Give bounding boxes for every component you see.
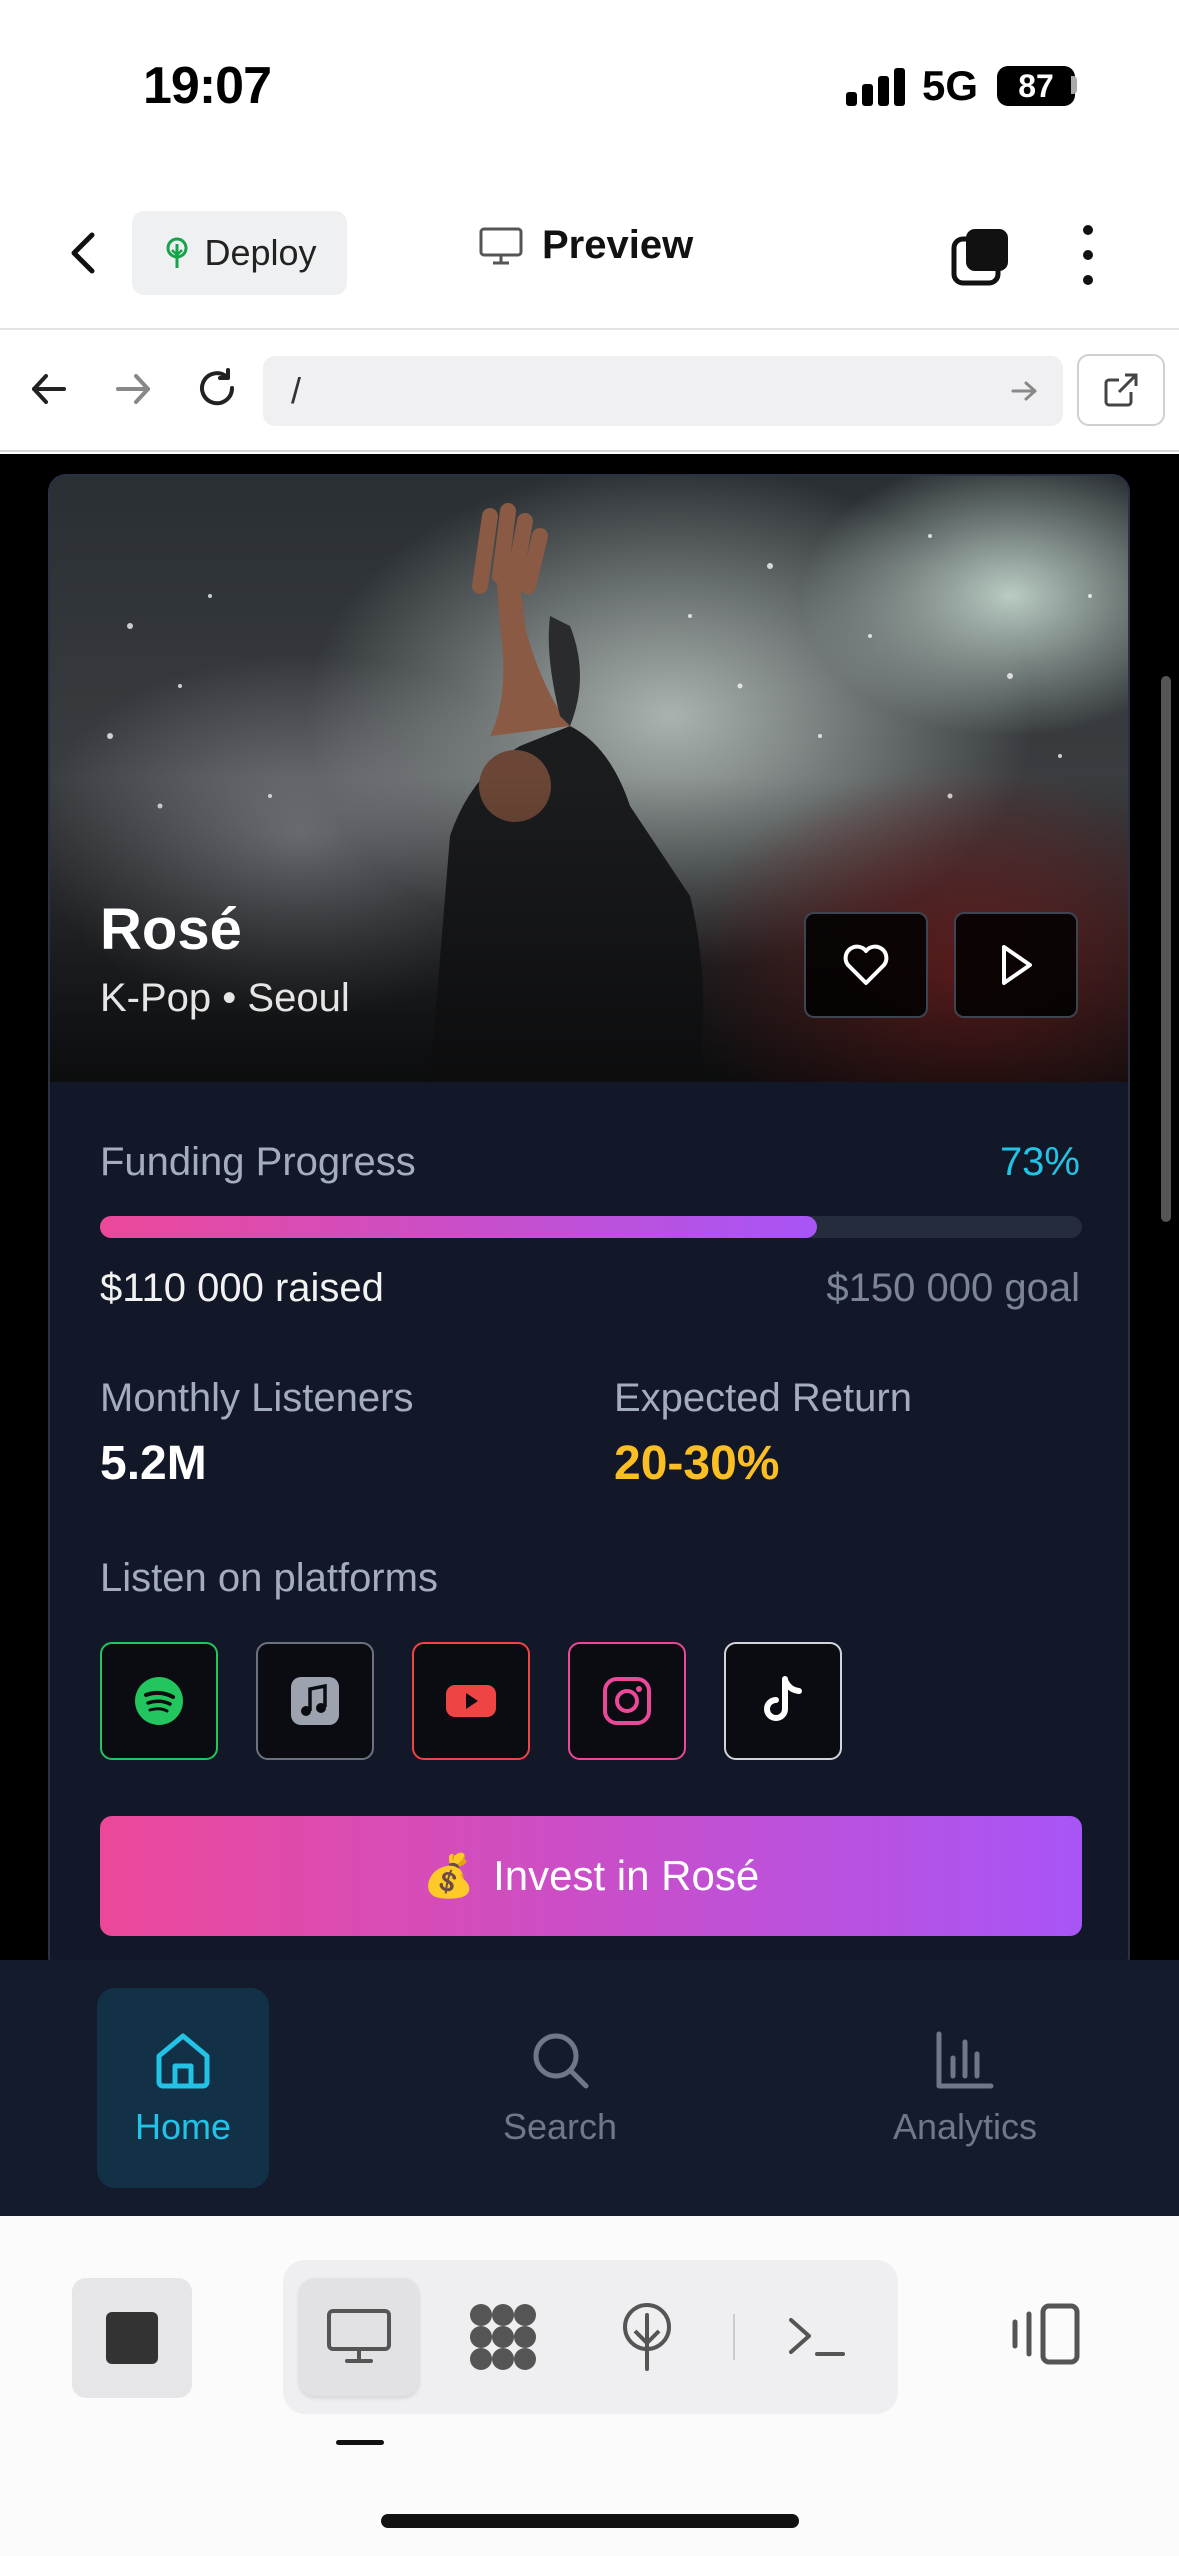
music-note-icon bbox=[291, 1677, 339, 1725]
platforms-label: Listen on platforms bbox=[100, 1556, 438, 1600]
active-tab-indicator bbox=[336, 2440, 384, 2445]
external-link-icon bbox=[1104, 373, 1138, 407]
more-menu-icon[interactable] bbox=[1080, 225, 1096, 285]
favorite-button[interactable] bbox=[804, 912, 928, 1018]
status-time: 19:07 bbox=[143, 57, 272, 115]
preview-tab[interactable]: Preview bbox=[478, 223, 693, 268]
instagram-button[interactable] bbox=[568, 1642, 686, 1760]
web-viewport: Rosé K-Pop • Seoul Funding Progress 73% … bbox=[0, 454, 1179, 1960]
return-value: 20-30% bbox=[614, 1437, 780, 1490]
nav-search[interactable]: Search bbox=[460, 1988, 660, 2188]
status-bar: 19:07 5G 87 bbox=[0, 0, 1179, 175]
terminal-tool-button[interactable] bbox=[757, 2278, 877, 2396]
home-indicator bbox=[381, 2514, 799, 2528]
bar-chart-icon bbox=[936, 2031, 994, 2089]
nav-analytics-label: Analytics bbox=[892, 2106, 1038, 2147]
instagram-icon bbox=[603, 1677, 651, 1725]
nav-analytics[interactable]: Analytics bbox=[870, 1988, 1060, 2188]
monitor-icon bbox=[327, 2309, 391, 2363]
youtube-icon bbox=[446, 1685, 496, 1717]
invest-button[interactable]: 💰 Invest in Rosé bbox=[100, 1816, 1082, 1936]
raised-amount: $110 000 raised bbox=[100, 1266, 384, 1310]
preview-label: Preview bbox=[542, 223, 694, 267]
panel-toggle-button[interactable] bbox=[1005, 2294, 1085, 2374]
stop-icon bbox=[106, 2312, 158, 2364]
go-arrow-icon[interactable] bbox=[1007, 374, 1041, 408]
listeners-label: Monthly Listeners bbox=[100, 1376, 414, 1420]
artist-card: Rosé K-Pop • Seoul Funding Progress 73% … bbox=[48, 474, 1130, 1960]
open-external-button[interactable] bbox=[1077, 354, 1165, 426]
funding-progress-fill bbox=[100, 1216, 817, 1238]
side-panel-icon bbox=[1012, 2303, 1080, 2365]
url-input[interactable]: / bbox=[263, 356, 1063, 426]
tabs-icon[interactable] bbox=[950, 225, 1012, 287]
battery-icon: 87 bbox=[997, 66, 1075, 106]
tree-icon bbox=[166, 237, 188, 268]
deploy-button[interactable]: Deploy bbox=[132, 211, 347, 295]
signal-icon bbox=[846, 66, 906, 106]
tiktok-button[interactable] bbox=[724, 1642, 842, 1760]
nav-home[interactable]: Home bbox=[97, 1988, 269, 2188]
play-icon bbox=[1002, 945, 1032, 985]
return-label: Expected Return bbox=[614, 1376, 912, 1420]
deploy-label: Deploy bbox=[204, 232, 317, 273]
network-type: 5G bbox=[922, 62, 979, 109]
hero-image: Rosé K-Pop • Seoul bbox=[50, 476, 1128, 1082]
invest-label: Invest in Rosé bbox=[493, 1852, 760, 1899]
url-value: / bbox=[291, 370, 302, 411]
reload-icon[interactable] bbox=[192, 364, 242, 414]
money-bag-icon: 💰 bbox=[422, 1851, 476, 1899]
ide-toolbar bbox=[0, 2216, 1179, 2556]
apple-music-button[interactable] bbox=[256, 1642, 374, 1760]
back-chevron-icon[interactable] bbox=[60, 225, 110, 281]
browser-back-icon[interactable] bbox=[24, 364, 74, 414]
spotify-button[interactable] bbox=[100, 1642, 218, 1760]
tool-group bbox=[283, 2260, 898, 2414]
tool-separator bbox=[733, 2314, 735, 2360]
listeners-value: 5.2M bbox=[100, 1437, 207, 1490]
browser-forward-icon[interactable] bbox=[108, 364, 158, 414]
nav-home-label: Home bbox=[134, 2106, 232, 2147]
bottom-nav: Home Search Analytics bbox=[0, 1960, 1179, 2216]
battery-tip bbox=[1071, 76, 1077, 94]
viewport-scrollbar[interactable] bbox=[1161, 676, 1171, 1222]
components-tool-button[interactable] bbox=[443, 2278, 563, 2396]
url-row: / bbox=[0, 332, 1179, 452]
tree-icon bbox=[623, 2303, 671, 2371]
funding-progress-bar bbox=[100, 1216, 1082, 1238]
goal-amount: $150 000 goal bbox=[826, 1266, 1080, 1310]
home-icon bbox=[156, 2033, 210, 2089]
play-button[interactable] bbox=[954, 912, 1078, 1018]
artist-name: Rosé bbox=[100, 897, 242, 962]
youtube-button[interactable] bbox=[412, 1642, 530, 1760]
heart-icon bbox=[843, 944, 889, 985]
search-icon bbox=[533, 2033, 589, 2089]
artist-meta: K-Pop • Seoul bbox=[100, 976, 350, 1020]
tiktok-icon bbox=[764, 1676, 802, 1721]
deploy-tool-button[interactable] bbox=[587, 2278, 707, 2396]
grid-blob-icon bbox=[470, 2304, 536, 2370]
funding-percent: 73% bbox=[999, 1140, 1080, 1184]
monitor-icon bbox=[479, 227, 523, 264]
preview-tool-button[interactable] bbox=[299, 2278, 419, 2396]
app-header: Deploy Preview bbox=[0, 175, 1179, 330]
spotify-icon bbox=[135, 1677, 183, 1725]
stop-button[interactable] bbox=[72, 2278, 192, 2398]
nav-search-label: Search bbox=[502, 2106, 618, 2147]
funding-label: Funding Progress bbox=[100, 1140, 416, 1184]
terminal-icon bbox=[789, 2318, 845, 2356]
